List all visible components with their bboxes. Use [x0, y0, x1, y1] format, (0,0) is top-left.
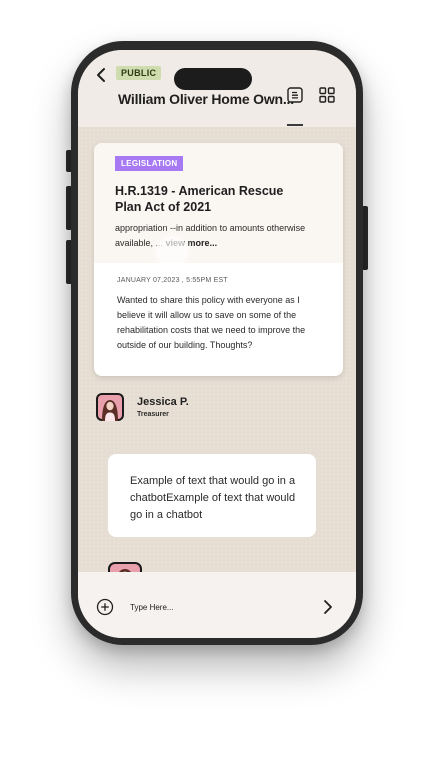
legislation-card[interactable]: LEGISLATION H.R.1319 - American Rescue P…	[94, 143, 343, 376]
user-photo-icon	[98, 395, 122, 421]
chevron-left-icon[interactable]	[95, 67, 107, 83]
tap-ripple	[156, 236, 188, 268]
legislation-tag: LEGISLATION	[115, 156, 184, 171]
visibility-badge: PUBLIC	[116, 66, 162, 80]
plus-circle-icon[interactable]	[96, 598, 114, 616]
message-input[interactable]	[130, 598, 280, 616]
chat-header: PUBLIC William Oliver Home Own...	[78, 50, 356, 127]
chevron-right-icon[interactable]	[321, 599, 335, 615]
bill-excerpt: appropriation --in addition to amounts o…	[115, 221, 335, 251]
active-tab-indicator	[287, 124, 303, 126]
author-role: Treasurer	[137, 411, 169, 418]
grid-icon[interactable]	[318, 86, 336, 104]
app-screen: PUBLIC William Oliver Home Own... LEGISL…	[78, 50, 356, 638]
page-title: William Oliver Home Own...	[118, 91, 294, 107]
message-composer	[78, 572, 356, 638]
document-icon[interactable]	[286, 86, 304, 104]
message-text: Example of text that would go in a chatb…	[130, 475, 296, 521]
post-body: Wanted to share this policy with everyon…	[117, 295, 306, 350]
stage: PUBLIC William Oliver Home Own... LEGISL…	[0, 0, 432, 757]
avatar[interactable]	[96, 393, 124, 421]
bill-title: H.R.1319 - American Rescue Plan Act of 2…	[115, 184, 284, 214]
chat-bubble: Example of text that would go in a chatb…	[108, 454, 316, 537]
post-timestamp: JANUARY 07,2023 , 5:55PM EST	[117, 277, 228, 284]
dynamic-island	[174, 68, 252, 90]
author-name: Jessica P.	[137, 396, 189, 408]
